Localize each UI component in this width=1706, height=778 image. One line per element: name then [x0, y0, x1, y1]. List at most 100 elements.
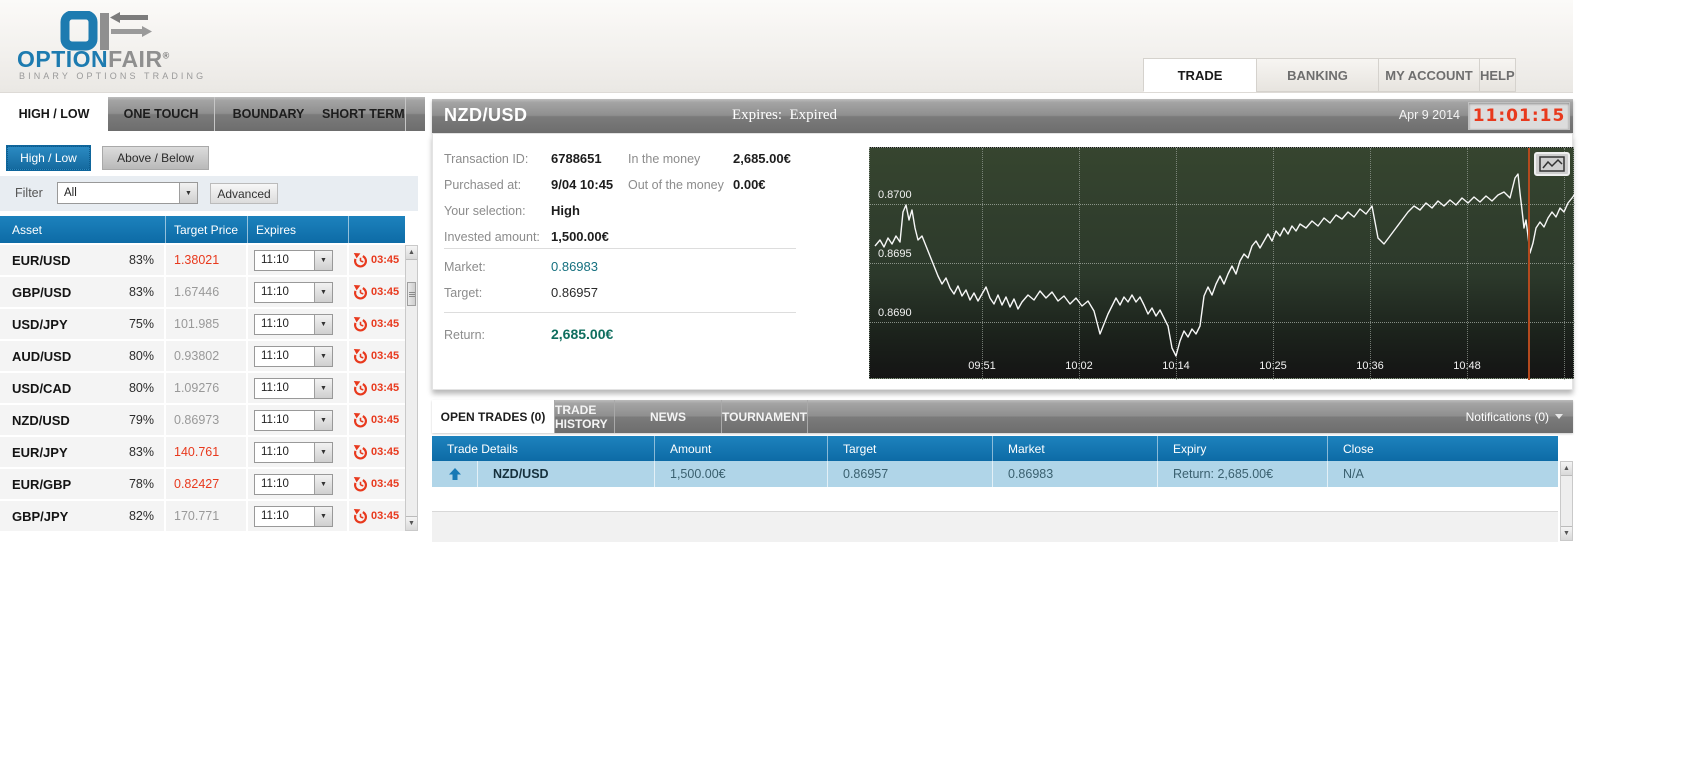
actions-column-header: [349, 216, 405, 243]
asset-payout: 75%: [128, 317, 154, 331]
asset-row[interactable]: GBP/JPY 82% 170.771 11:10 ▼ 03:45: [0, 501, 405, 531]
asset-name: EUR/GBP: [12, 476, 72, 492]
out-of-money-value: 0.00€: [733, 177, 766, 192]
high-low-mode-button[interactable]: High / Low: [6, 145, 91, 171]
asset-table-scrollbar[interactable]: ▲ ▼: [405, 245, 418, 531]
notifications-dropdown[interactable]: Notifications (0): [1466, 400, 1563, 433]
above-below-mode-button[interactable]: Above / Below: [102, 146, 209, 170]
asset-row[interactable]: USD/JPY 75% 101.985 11:10 ▼ 03:45: [0, 309, 405, 339]
target-label: Target:: [444, 286, 483, 300]
chart-type-button[interactable]: [1534, 152, 1570, 176]
trade-title-bar: NZD/USD Expires: Expired Apr 9 2014 11:0…: [432, 99, 1573, 133]
chevron-down-icon[interactable]: ▼: [179, 183, 197, 203]
optionfair-logo-icon: [60, 11, 152, 51]
price-chart: 0.8700 0.8695 0.8690 09:51 10:02 10:14 10:25 1…: [869, 147, 1575, 380]
target-price: 1.09276: [174, 381, 220, 395]
expiry-select[interactable]: 11:10 ▼: [254, 409, 333, 431]
top-nav-tab[interactable]: TRADE: [1143, 58, 1256, 92]
trade-symbol: NZD/USD: [444, 105, 528, 125]
option-type-tab[interactable]: HIGH / LOW: [0, 97, 108, 131]
countdown-time: 03:45: [371, 254, 400, 266]
scrollbar-thumb[interactable]: [407, 282, 416, 306]
asset-row[interactable]: EUR/USD 83% 1.38021 11:10 ▼ 03:45: [0, 245, 405, 275]
open-trades-scrollbar[interactable]: ▲ ▼: [1560, 461, 1573, 541]
amount-column-header: Amount: [655, 436, 828, 461]
scroll-up-icon[interactable]: ▲: [1561, 462, 1572, 476]
filter-bar: Filter All ▼ Advanced: [0, 176, 418, 211]
bottom-tab[interactable]: OPEN TRADES (0): [432, 400, 555, 433]
scroll-down-icon[interactable]: ▼: [1561, 526, 1572, 540]
transaction-id-value: 6788651: [551, 151, 602, 166]
expiry-select[interactable]: 11:10 ▼: [254, 473, 333, 495]
asset-row[interactable]: AUD/USD 80% 0.93802 11:10 ▼ 03:45: [0, 341, 405, 371]
selection-value: High: [551, 203, 580, 218]
filter-select[interactable]: All ▼: [57, 182, 198, 204]
countdown-time: 03:45: [371, 446, 400, 458]
trade-details-column-header: Trade Details: [432, 436, 655, 461]
asset-payout: 79%: [128, 413, 154, 427]
scroll-up-icon[interactable]: ▲: [406, 246, 417, 260]
chevron-down-icon[interactable]: ▼: [314, 378, 332, 398]
bottom-tab[interactable]: NEWS: [615, 400, 722, 433]
server-clock: 11:01:15: [1468, 102, 1570, 130]
chevron-down-icon[interactable]: ▼: [314, 506, 332, 526]
in-the-money-value: 2,685.00€: [733, 151, 791, 166]
chevron-down-icon[interactable]: ▼: [314, 346, 332, 366]
expiry-select[interactable]: 11:10 ▼: [254, 281, 333, 303]
expiry-marker-line: [1528, 148, 1530, 380]
bottom-tab[interactable]: TRADE HISTORY: [555, 400, 615, 433]
top-nav-tab[interactable]: MY ACCOUNT: [1378, 58, 1479, 92]
chevron-down-icon[interactable]: ▼: [314, 282, 332, 302]
countdown-clock-icon: [353, 349, 368, 364]
expiry-select[interactable]: 11:10 ▼: [254, 441, 333, 463]
trade-expiry: Return: 2,685.00€: [1158, 461, 1328, 487]
asset-row[interactable]: EUR/JPY 83% 140.761 11:10 ▼ 03:45: [0, 437, 405, 467]
trade-row[interactable]: NZD/USD 1,500.00€ 0.86957 0.86983 Return…: [432, 461, 1558, 487]
asset-row[interactable]: NZD/USD 79% 0.86973 11:10 ▼ 03:45: [0, 405, 405, 435]
price-line-series: [874, 173, 1575, 357]
asset-payout: 80%: [128, 349, 154, 363]
chevron-down-icon[interactable]: ▼: [314, 442, 332, 462]
asset-name: NZD/USD: [12, 412, 70, 428]
trade-direction-up-icon: [448, 468, 461, 480]
chevron-down-icon[interactable]: ▼: [314, 474, 332, 494]
asset-name: GBP/JPY: [12, 508, 69, 524]
countdown-time: 03:45: [371, 286, 400, 298]
expiry-select[interactable]: 11:10 ▼: [254, 249, 333, 271]
asset-row[interactable]: GBP/USD 83% 1.67446 11:10 ▼ 03:45: [0, 277, 405, 307]
countdown-clock-icon: [353, 381, 368, 396]
asset-name: USD/JPY: [12, 316, 68, 332]
option-type-tab[interactable]: ONE TOUCH: [108, 97, 215, 131]
chevron-down-icon: [1555, 414, 1563, 419]
countdown-time: 03:45: [371, 510, 400, 522]
expiry-select[interactable]: 11:10 ▼: [254, 345, 333, 367]
expiry-select[interactable]: 11:10 ▼: [254, 505, 333, 527]
bottom-tab[interactable]: TOURNAMENT: [722, 400, 809, 433]
top-nav-tab[interactable]: BANKING: [1256, 58, 1378, 92]
advanced-button[interactable]: Advanced: [210, 183, 278, 204]
option-type-tab[interactable]: SHORT TERM: [322, 97, 406, 131]
scroll-down-icon[interactable]: ▼: [406, 516, 417, 530]
expires-status: Expires: Expired: [732, 107, 837, 123]
option-type-tab[interactable]: BOUNDARY: [215, 97, 322, 131]
target-price: 0.86973: [174, 413, 220, 427]
divider: [444, 248, 796, 249]
asset-payout: 82%: [128, 509, 154, 523]
optionfair-app: OPTIONFAIR® BINARY OPTIONS TRADING TRADE…: [0, 0, 1706, 778]
divider: [444, 312, 796, 313]
top-nav-tab[interactable]: HELP: [1479, 58, 1516, 92]
asset-row[interactable]: EUR/GBP 78% 0.82427 11:10 ▼ 03:45: [0, 469, 405, 499]
asset-row[interactable]: USD/CAD 80% 1.09276 11:10 ▼ 03:45: [0, 373, 405, 403]
chevron-down-icon[interactable]: ▼: [314, 314, 332, 334]
target-price-column-header: Target Price: [166, 216, 248, 243]
chevron-down-icon[interactable]: ▼: [314, 250, 332, 270]
asset-payout: 83%: [128, 445, 154, 459]
target-price: 101.985: [174, 317, 220, 331]
asset-column-header: Asset: [0, 216, 166, 243]
brand-tagline: BINARY OPTIONS TRADING: [19, 71, 207, 81]
chevron-down-icon[interactable]: ▼: [314, 410, 332, 430]
expiry-select[interactable]: 11:10 ▼: [254, 377, 333, 399]
target-price: 1.67446: [174, 285, 220, 299]
return-value: 2,685.00€: [551, 326, 614, 342]
expiry-select[interactable]: 11:10 ▼: [254, 313, 333, 335]
